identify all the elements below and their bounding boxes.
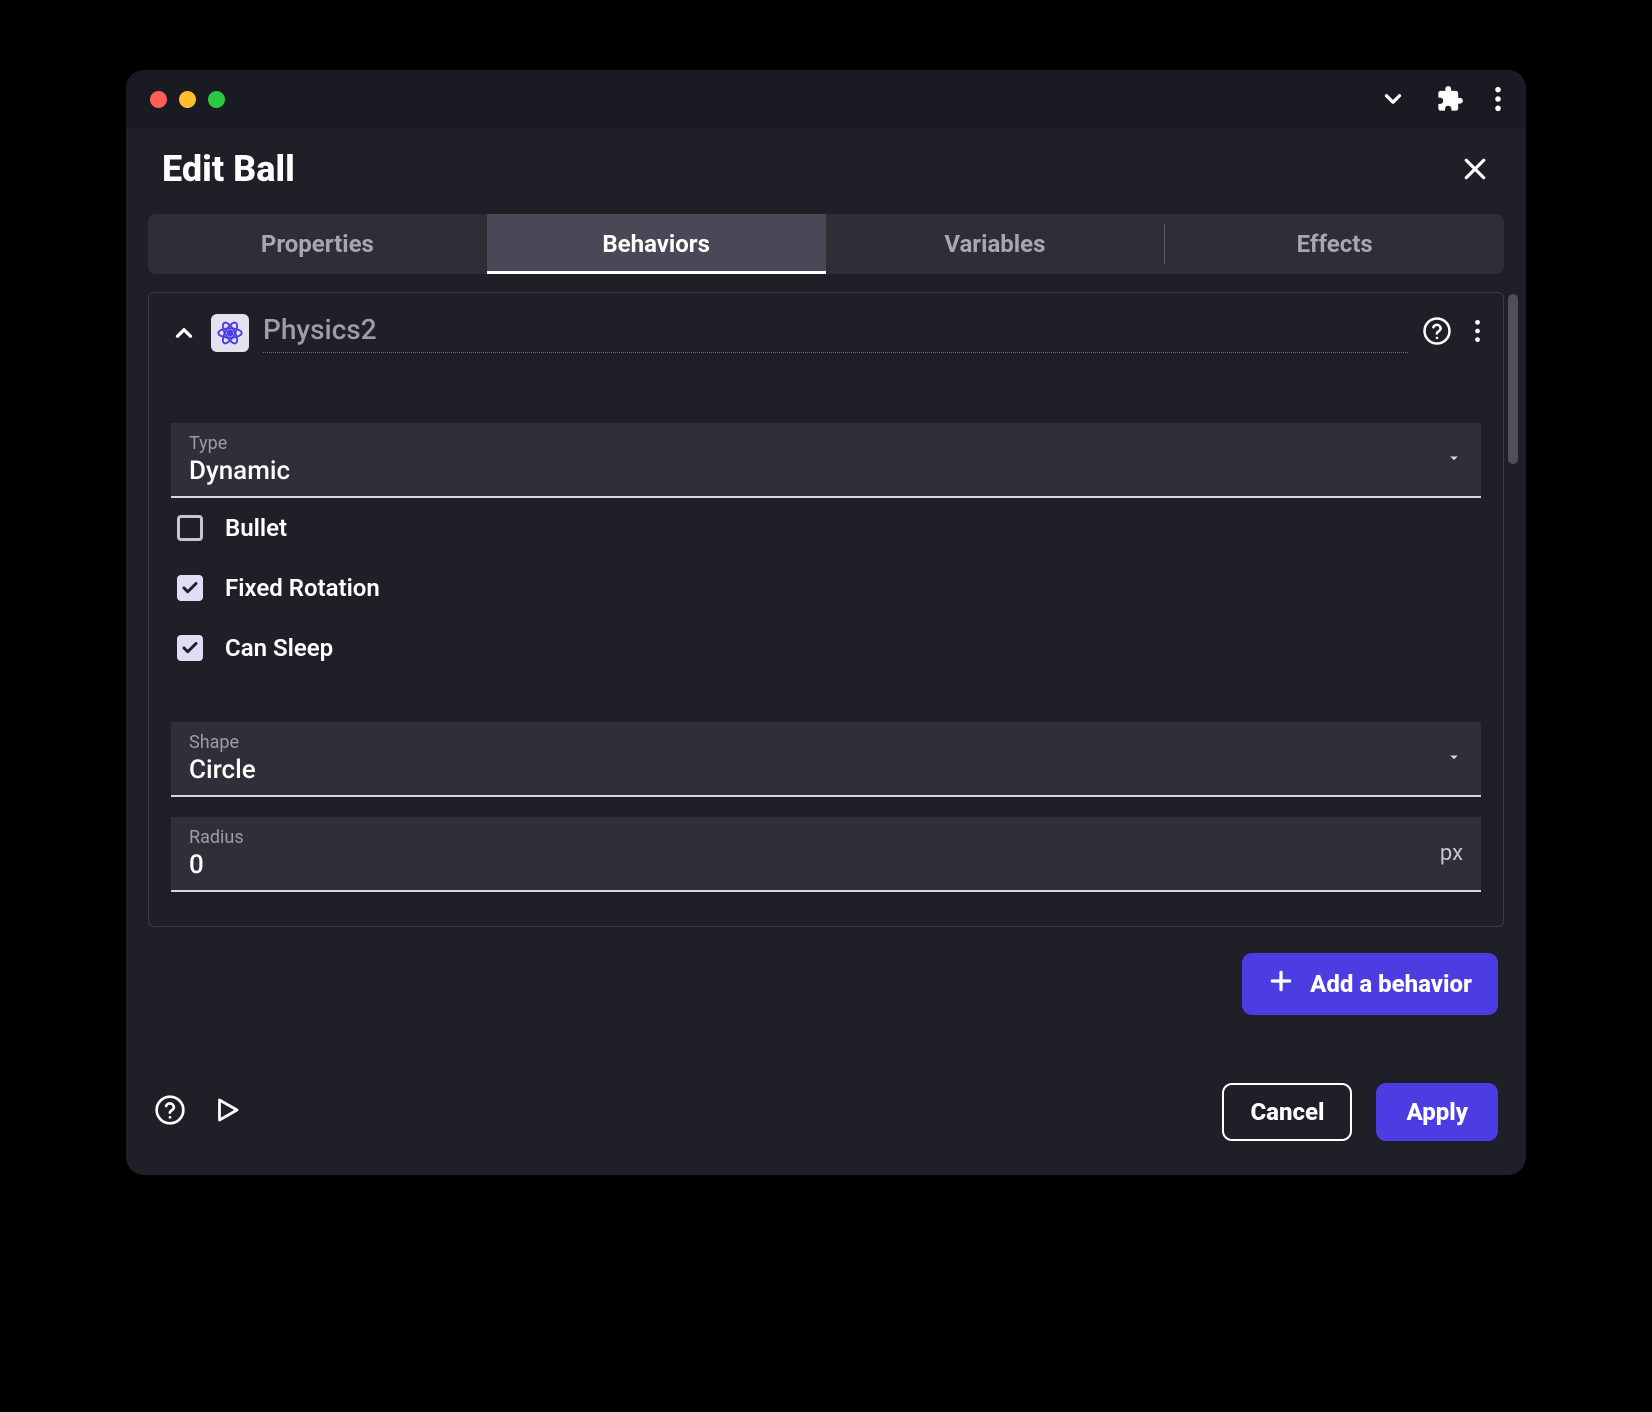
window-close-button[interactable] (150, 91, 167, 108)
radius-field[interactable]: Radius 0 px (171, 817, 1481, 892)
behaviors-panel: Physics2 Type Dynamic (148, 292, 1504, 927)
fixed-rotation-label: Fixed Rotation (225, 574, 380, 602)
tab-bar: Properties Behaviors Variables Effects (148, 214, 1504, 274)
cancel-button[interactable]: Cancel (1222, 1083, 1352, 1141)
tab-variables[interactable]: Variables (826, 214, 1165, 274)
plus-icon (1268, 968, 1294, 1000)
add-behavior-label: Add a behavior (1310, 970, 1472, 998)
chevron-down-icon[interactable] (1380, 86, 1406, 112)
dialog-header: Edit Ball (126, 128, 1526, 214)
radius-label: Radius (189, 827, 1440, 848)
bullet-checkbox-row[interactable]: Bullet (171, 498, 1481, 558)
bullet-label: Bullet (225, 514, 287, 542)
fixed-rotation-checkbox-row[interactable]: Fixed Rotation (171, 558, 1481, 618)
shape-select[interactable]: Shape Circle (171, 722, 1481, 797)
physics-behavior-icon (211, 314, 249, 352)
apply-button[interactable]: Apply (1376, 1083, 1498, 1141)
extension-icon[interactable] (1436, 85, 1464, 113)
fixed-rotation-checkbox[interactable] (177, 575, 203, 601)
behavior-name-input[interactable]: Physics2 (263, 313, 1408, 353)
dialog-content: Properties Behaviors Variables Effects P… (126, 214, 1526, 1055)
dropdown-arrow-icon (1445, 449, 1463, 471)
preview-icon[interactable] (212, 1095, 242, 1129)
shape-label: Shape (189, 732, 1445, 753)
bullet-checkbox[interactable] (177, 515, 203, 541)
can-sleep-checkbox[interactable] (177, 635, 203, 661)
help-icon[interactable] (154, 1094, 186, 1130)
window-titlebar (126, 70, 1526, 128)
editor-dialog-window: Edit Ball Properties Behaviors Variables… (126, 70, 1526, 1175)
tab-effects[interactable]: Effects (1165, 214, 1504, 274)
close-icon[interactable] (1460, 154, 1490, 184)
dialog-title: Edit Ball (162, 148, 295, 190)
type-value: Dynamic (189, 456, 1445, 486)
tab-properties[interactable]: Properties (148, 214, 487, 274)
can-sleep-checkbox-row[interactable]: Can Sleep (171, 618, 1481, 678)
kebab-menu-icon[interactable] (1494, 85, 1502, 113)
window-minimize-button[interactable] (179, 91, 196, 108)
shape-value: Circle (189, 755, 1445, 785)
can-sleep-label: Can Sleep (225, 634, 333, 662)
behavior-header: Physics2 (171, 313, 1481, 365)
scrollbar-thumb[interactable] (1508, 294, 1518, 464)
type-label: Type (189, 433, 1445, 454)
dropdown-arrow-icon (1445, 748, 1463, 770)
radius-unit: px (1440, 841, 1463, 866)
window-maximize-button[interactable] (208, 91, 225, 108)
radius-value: 0 (189, 850, 1440, 880)
help-icon[interactable] (1422, 316, 1452, 350)
type-select[interactable]: Type Dynamic (171, 423, 1481, 498)
traffic-lights (150, 91, 225, 108)
add-behavior-button[interactable]: Add a behavior (1242, 953, 1498, 1015)
kebab-menu-icon[interactable] (1474, 318, 1481, 348)
tab-behaviors[interactable]: Behaviors (487, 214, 826, 274)
collapse-icon[interactable] (171, 320, 197, 346)
dialog-footer: Cancel Apply (126, 1055, 1526, 1175)
